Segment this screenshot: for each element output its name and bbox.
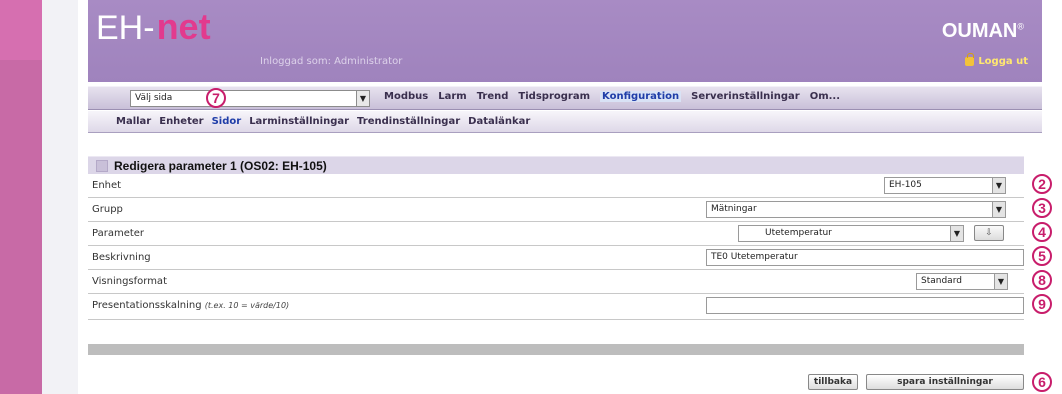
- submenu-item-enheter[interactable]: Enheter: [159, 116, 203, 127]
- presentationsskalning-label-wrap: Presentationsskalning (t.ex. 10 = värde/…: [92, 300, 289, 311]
- form-row-visningsformat: Visningsformat Standard ▼: [88, 270, 1024, 294]
- visningsformat-value: Standard: [921, 276, 962, 286]
- panel-collapse-icon[interactable]: [96, 159, 108, 172]
- submenu-item-mallar[interactable]: Mallar: [116, 116, 151, 127]
- presentationsskalning-label: Presentationsskalning: [92, 300, 202, 311]
- panel-header: Redigera parameter 1 (OS02: EH-105): [88, 156, 1024, 174]
- callout-9: 9: [1032, 294, 1052, 314]
- menu-item-trend[interactable]: Trend: [477, 91, 509, 102]
- callout-5: 5: [1032, 246, 1052, 266]
- page-select-value: Välj sida: [135, 93, 173, 103]
- ouman-brand: OUMAN®: [942, 20, 1024, 43]
- logo-net: net: [156, 6, 211, 47]
- grupp-label: Grupp: [92, 204, 123, 215]
- visningsformat-select[interactable]: Standard ▼: [916, 273, 1008, 290]
- menu-item-larm[interactable]: Larm: [438, 91, 466, 102]
- eh-net-logo: EH-net: [96, 6, 211, 47]
- submenu-item-larminstallningar[interactable]: Larminställningar: [249, 116, 349, 127]
- parameter-label: Parameter: [92, 228, 145, 239]
- presentationsskalning-input[interactable]: [706, 297, 1024, 314]
- menu-item-om[interactable]: Om...: [810, 91, 840, 102]
- back-button[interactable]: tillbaka: [808, 374, 858, 390]
- submenu-item-trendinstallningar[interactable]: Trendinställningar: [357, 116, 460, 127]
- form-row-grupp: Grupp Mätningar ▼: [88, 198, 1024, 222]
- submenu-items: Mallar Enheter Sidor Larminställningar T…: [116, 116, 530, 127]
- parameter-download-button[interactable]: ⇩: [974, 225, 1004, 241]
- menu-items: Modbus Larm Trend Tidsprogram Konfigurat…: [384, 91, 840, 102]
- enhet-label: Enhet: [92, 180, 122, 191]
- menu-item-modbus[interactable]: Modbus: [384, 91, 428, 102]
- chevron-down-icon[interactable]: ▼: [992, 202, 1005, 217]
- submenu-item-sidor[interactable]: Sidor: [212, 116, 242, 127]
- grupp-value: Mätningar: [711, 204, 757, 214]
- sub-menubar: Mallar Enheter Sidor Larminställningar T…: [88, 111, 1042, 133]
- menu-item-tidsprogram[interactable]: Tidsprogram: [518, 91, 590, 102]
- logout-link[interactable]: Logga ut: [965, 53, 1028, 67]
- download-icon: ⇩: [985, 228, 993, 238]
- form-row-beskrivning: Beskrivning TE0 Utetemperatur: [88, 246, 1024, 270]
- app-header: EH-net Inloggad som: Administrator OUMAN…: [88, 0, 1042, 82]
- callout-8: 8: [1032, 270, 1052, 290]
- left-decor-strip: [0, 0, 42, 394]
- form-row-presentationsskalning: Presentationsskalning (t.ex. 10 = värde/…: [88, 294, 1024, 320]
- beskrivning-label: Beskrivning: [92, 252, 151, 263]
- grupp-select[interactable]: Mätningar ▼: [706, 201, 1006, 218]
- page-select[interactable]: Välj sida ▼: [130, 90, 370, 107]
- presentationsskalning-hint: (t.ex. 10 = värde/10): [204, 301, 290, 310]
- logged-in-text: Inloggad som: Administrator: [260, 56, 403, 67]
- logout-label: Logga ut: [978, 56, 1028, 67]
- beskrivning-input[interactable]: TE0 Utetemperatur: [706, 249, 1024, 266]
- brand-mark: ®: [1017, 21, 1024, 32]
- panel-footer-bar: [88, 344, 1024, 355]
- form-row-parameter: Parameter Utetemperatur ▼ ⇩: [88, 222, 1024, 246]
- enhet-select[interactable]: EH-105 ▼: [884, 177, 1006, 194]
- lock-icon: [965, 53, 975, 66]
- left-gap: [42, 0, 78, 394]
- visningsformat-label: Visningsformat: [92, 276, 167, 287]
- menu-item-konfiguration[interactable]: Konfiguration: [600, 91, 682, 102]
- logo-eh: EH-: [96, 9, 155, 47]
- chevron-down-icon[interactable]: ▼: [994, 274, 1007, 289]
- callout-7: 7: [206, 88, 226, 108]
- panel-title: Redigera parameter 1 (OS02: EH-105): [114, 158, 327, 173]
- submenu-item-datalankar[interactable]: Datalänkar: [468, 116, 530, 127]
- menu-item-serverinstallningar[interactable]: Serverinställningar: [691, 91, 800, 102]
- chevron-down-icon[interactable]: ▼: [992, 178, 1005, 193]
- chevron-down-icon[interactable]: ▼: [356, 91, 369, 106]
- parameter-select[interactable]: Utetemperatur ▼: [738, 225, 964, 242]
- left-decor-band: [0, 0, 42, 60]
- callout-6: 6: [1032, 372, 1052, 392]
- save-settings-button[interactable]: spara inställningar: [866, 374, 1024, 390]
- callout-2: 2: [1032, 174, 1052, 194]
- enhet-value: EH-105: [889, 180, 922, 190]
- callout-3: 3: [1032, 198, 1052, 218]
- main-menubar: Välj sida ▼ Modbus Larm Trend Tidsprogra…: [88, 86, 1042, 110]
- callout-4: 4: [1032, 222, 1052, 242]
- parameter-value: Utetemperatur: [765, 228, 832, 238]
- form-row-enhet: Enhet EH-105 ▼: [88, 174, 1024, 198]
- chevron-down-icon[interactable]: ▼: [950, 226, 963, 241]
- brand-name: OUMAN: [941, 20, 1018, 42]
